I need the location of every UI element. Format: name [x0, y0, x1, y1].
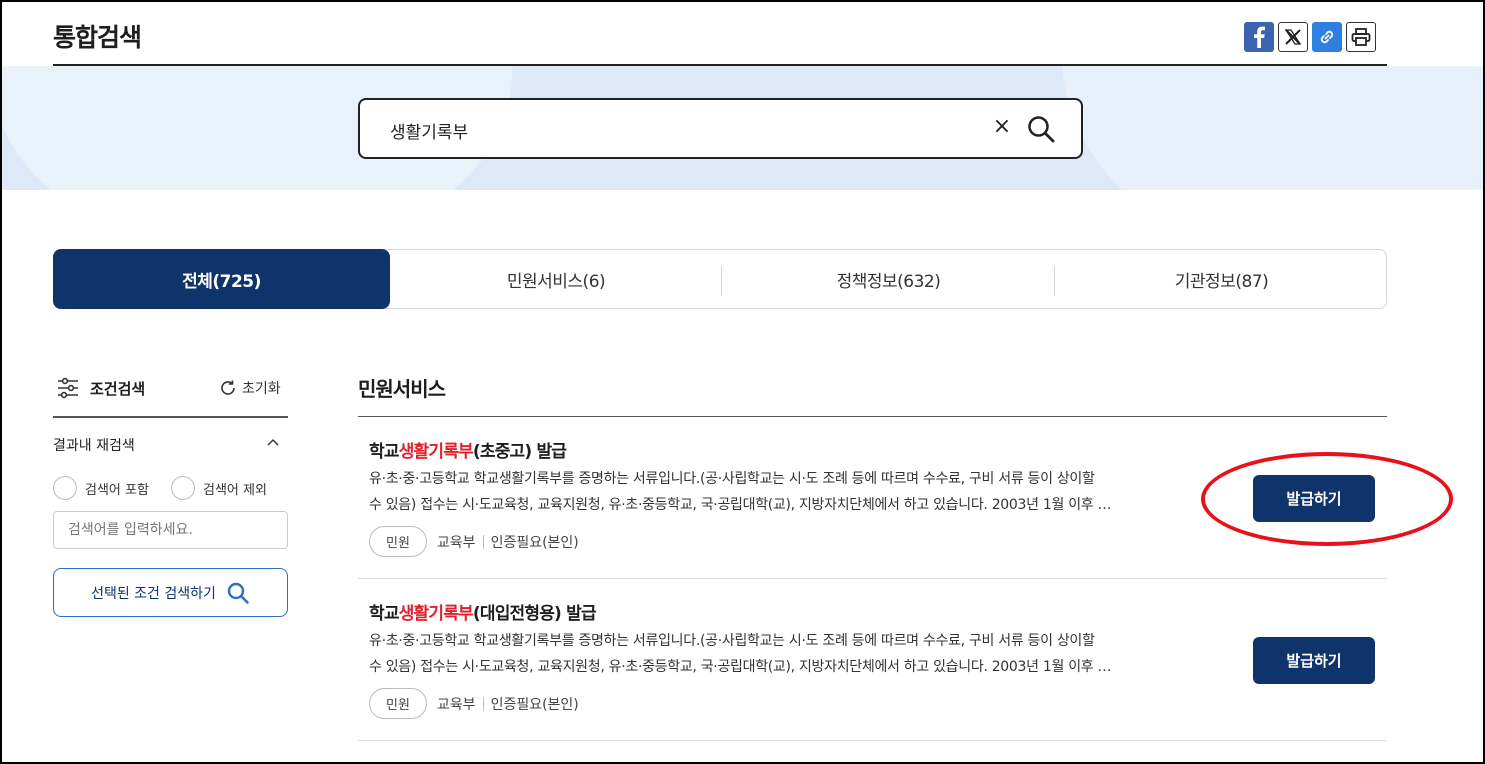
result-meta: 민원 교육부 인증필요(본인): [369, 526, 579, 557]
exclude-keyword-label: 검색어 제외: [203, 482, 267, 498]
keyword-input[interactable]: [53, 511, 288, 549]
result-title[interactable]: 학교생활기록부(초중고) 발급: [369, 437, 567, 462]
print-button[interactable]: [1346, 22, 1376, 52]
include-keyword-label: 검색어 포함: [85, 482, 149, 498]
description-line: 수 있음) 접수는 시·도교육청, 교육지원청, 유·초·중등학교, 국·공립대…: [369, 659, 1112, 675]
description-line: 유·초·중·고등학교 학교생활기록부를 증명하는 서류입니다.(공·사립학교는 …: [369, 633, 1095, 649]
title-highlight: 생활기록부: [398, 442, 474, 462]
title-text: (대입전형용) 발급: [472, 604, 597, 624]
radio-circle[interactable]: [171, 476, 195, 500]
org-name: 교육부: [436, 696, 476, 713]
issue-button[interactable]: 발급하기: [1253, 637, 1375, 684]
title-text: 학교: [369, 604, 399, 624]
reset-label: 초기화: [242, 381, 281, 397]
result-item: 학교생활기록부(대입전형용) 발급 유·초·중·고등학교 학교생활기록부를 증명…: [358, 579, 1387, 741]
title-highlight: 생활기록부: [398, 604, 474, 624]
x-share-button[interactable]: [1278, 22, 1308, 52]
result-description: 유·초·중·고등학교 학교생활기록부를 증명하는 서류입니다.(공·사립학교는 …: [369, 466, 1219, 518]
search-value[interactable]: 생활기록부: [390, 118, 468, 143]
chevron-up-icon[interactable]: [266, 435, 280, 449]
section-title: 민원서비스: [358, 377, 446, 401]
tab-all[interactable]: 전체(725): [53, 249, 390, 309]
print-icon: [1351, 28, 1371, 46]
filter-header: 조건검색 초기화: [53, 372, 288, 418]
title-text: 학교: [369, 442, 399, 462]
link-icon: [1320, 30, 1334, 44]
include-keyword-radio[interactable]: 검색어 포함: [53, 476, 149, 500]
description-line: 수 있음) 접수는 시·도교육청, 교육지원청, 유·초·중등학교, 국·공립대…: [369, 497, 1112, 513]
banner-decoration: [1062, 66, 1483, 190]
description-line: 유·초·중·고등학교 학교생활기록부를 증명하는 서류입니다.(공·사립학교는 …: [369, 471, 1095, 487]
tab-policy-info[interactable]: 정책정보(632): [722, 249, 1055, 309]
tab-civil-service[interactable]: 민원서비스(6): [390, 249, 722, 309]
facebook-share-button[interactable]: [1244, 22, 1274, 52]
auth-requirement: 인증필요(본인): [490, 534, 579, 551]
filter-title: 조건검색: [90, 380, 146, 398]
meta-separator: [482, 534, 484, 549]
facebook-icon: [1254, 26, 1265, 48]
radio-circle[interactable]: [53, 476, 77, 500]
result-title[interactable]: 학교생활기록부(대입전형용) 발급: [369, 599, 597, 624]
clear-icon[interactable]: ×: [992, 114, 1012, 139]
category-badge: 민원: [369, 526, 427, 557]
filter-sliders-icon: [58, 377, 78, 399]
search-icon[interactable]: [1026, 114, 1056, 144]
tab-org-info[interactable]: 기관정보(87): [1055, 249, 1388, 309]
exclude-keyword-radio[interactable]: 검색어 제외: [171, 476, 267, 500]
auth-requirement: 인증필요(본인): [490, 696, 579, 713]
x-icon: [1284, 29, 1302, 45]
condition-search-button[interactable]: 선택된 조건 검색하기: [53, 568, 288, 617]
refresh-icon: [221, 380, 235, 395]
title-text: (초중고) 발급: [472, 442, 567, 462]
link-copy-button[interactable]: [1312, 22, 1342, 52]
search-input[interactable]: 생활기록부 ×: [358, 98, 1083, 159]
search-icon: [227, 582, 249, 604]
result-description: 유·초·중·고등학교 학교생활기록부를 증명하는 서류입니다.(공·사립학교는 …: [369, 628, 1219, 680]
issue-button[interactable]: 발급하기: [1253, 475, 1375, 522]
page-title: 통합검색: [53, 23, 142, 52]
meta-separator: [482, 696, 484, 711]
category-tabs: 전체(725) 민원서비스(6) 정책정보(632) 기관정보(87): [53, 249, 1387, 309]
category-badge: 민원: [369, 688, 427, 719]
result-item: 학교생활기록부(초중고) 발급 유·초·중·고등학교 학교생활기록부를 증명하는…: [358, 417, 1387, 579]
reset-button[interactable]: 초기화: [219, 378, 281, 398]
result-meta: 민원 교육부 인증필요(본인): [369, 688, 579, 719]
research-label: 결과내 재검색: [53, 438, 135, 454]
research-toggle[interactable]: 결과내 재검색: [53, 435, 288, 455]
condition-search-label: 선택된 조건 검색하기: [91, 585, 216, 602]
org-name: 교육부: [436, 534, 476, 551]
